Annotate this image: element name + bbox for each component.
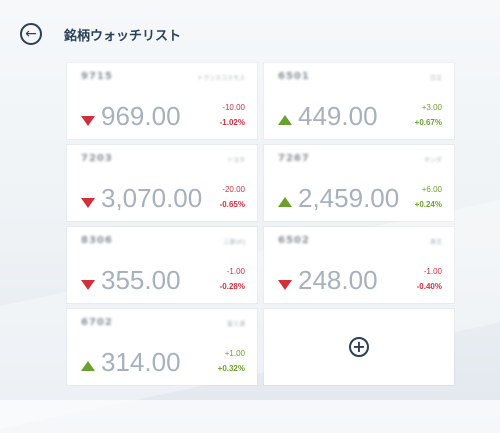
price-change: +1.00 (224, 349, 245, 358)
stock-card[interactable]: 6702 富士通 314.00 +1.00 +0.32% (67, 309, 257, 385)
plus-circle-icon[interactable]: + (349, 337, 369, 357)
percent-change: +0.67% (414, 118, 442, 127)
stock-name: トランスコスモス (197, 75, 245, 82)
add-stock-button[interactable]: + (264, 309, 454, 385)
stock-name: トヨタ (226, 157, 245, 164)
stock-price: 969.00 (101, 101, 181, 131)
page-title: 銘柄ウォッチリスト (64, 28, 182, 44)
stock-card[interactable]: 8306 三菱UFJ 355.00 -1.00 -0.28% (67, 227, 257, 303)
stock-card[interactable]: 7203 トヨタ 3,070.00 -20.00 -0.65% (67, 145, 257, 221)
stock-code: 7203 (81, 153, 113, 164)
up-arrow-icon (81, 361, 95, 371)
percent-change: -1.02% (219, 118, 245, 127)
stock-name: 東芝 (429, 239, 442, 246)
price-change: -1.00 (423, 267, 442, 276)
stock-card[interactable]: 9715 トランスコスモス 969.00 -10.00 -1.02% (67, 63, 257, 139)
price-change: -1.00 (226, 267, 245, 276)
up-arrow-icon (278, 197, 292, 207)
stock-card[interactable]: 6502 東芝 248.00 -1.00 -0.40% (264, 227, 454, 303)
stock-price: 2,459.00 (298, 183, 400, 213)
stock-code: 8306 (81, 235, 113, 246)
stock-price: 3,070.00 (101, 183, 203, 213)
price-change: -20.00 (222, 185, 245, 194)
percent-change: -0.65% (219, 200, 245, 209)
price-change: +6.00 (421, 185, 442, 194)
price-change: +3.00 (421, 103, 442, 112)
page-header: ← 銘柄ウォッチリスト (20, 20, 181, 48)
watchlist-grid: 9715 トランスコスモス 969.00 -10.00 -1.02% 6501 … (67, 63, 454, 385)
stock-price: 248.00 (298, 265, 378, 295)
back-arrow-icon[interactable]: ← (20, 23, 42, 45)
stock-code: 6501 (278, 71, 310, 82)
down-arrow-icon (278, 280, 292, 290)
stock-name: 富士通 (226, 321, 245, 328)
percent-change: -0.28% (219, 282, 245, 291)
stock-name: 日立 (429, 75, 442, 82)
up-arrow-icon (278, 115, 292, 125)
percent-change: -0.40% (416, 282, 442, 291)
price-change: -10.00 (222, 103, 245, 112)
stock-card[interactable]: 7267 ホンダ 2,459.00 +6.00 +0.24% (264, 145, 454, 221)
percent-change: +0.32% (217, 364, 245, 373)
stock-name: ホンダ (423, 157, 442, 164)
percent-change: +0.24% (414, 200, 442, 209)
down-arrow-icon (81, 116, 95, 126)
stock-price: 449.00 (298, 101, 378, 131)
stock-price: 355.00 (101, 265, 181, 295)
down-arrow-icon (81, 280, 95, 290)
stock-name: 三菱UFJ (223, 239, 245, 246)
stock-code: 7267 (278, 153, 310, 164)
stock-code: 6502 (278, 235, 310, 246)
down-arrow-icon (81, 198, 95, 208)
stock-code: 6702 (81, 317, 113, 328)
stock-card[interactable]: 6501 日立 449.00 +3.00 +0.67% (264, 63, 454, 139)
stock-code: 9715 (81, 71, 113, 82)
stock-price: 314.00 (101, 347, 181, 377)
